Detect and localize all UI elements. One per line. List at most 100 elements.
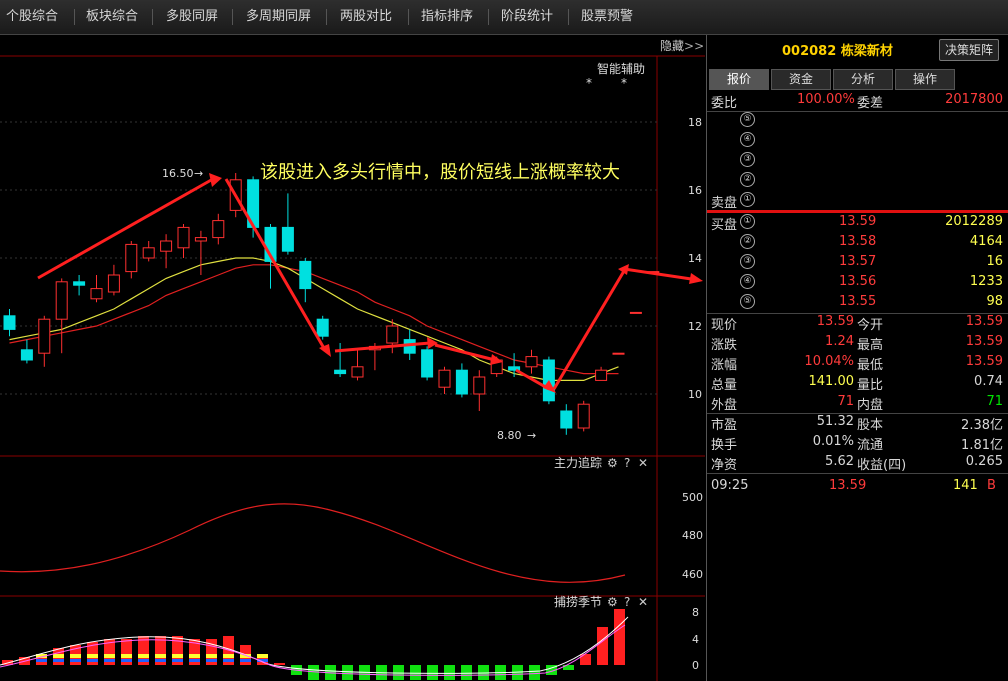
season-bar-blue — [36, 659, 47, 662]
panel3-axis-4: 4 — [692, 633, 699, 646]
season-bar-yellow — [155, 654, 166, 658]
season-bar-blue — [155, 659, 166, 662]
price-axis-label: 10 — [688, 388, 702, 401]
trend-arrow-3 — [334, 341, 431, 353]
decision-matrix-button[interactable]: 决策矩阵 — [939, 39, 999, 61]
sell-level-4: ④ — [707, 131, 1008, 151]
candle-body — [438, 369, 451, 388]
buy-level-3: ③ 13.57 16 — [707, 253, 1008, 273]
candle-body — [421, 349, 434, 378]
panel2-axis-500: 500 — [682, 491, 703, 504]
candle-body — [142, 247, 155, 259]
fund-row: 换手 0.01% 流通 1.81亿 — [711, 434, 1003, 453]
stat-row: 涨跌 1.24 最高 13.59 — [711, 334, 1003, 353]
high-label: 16.50 — [162, 167, 194, 180]
low-arrow: → — [527, 429, 536, 442]
assist-label: 智能辅助 — [597, 61, 645, 76]
trend-arrow-6 — [552, 270, 626, 390]
tab-indicator-sort[interactable]: 指标排序 — [421, 0, 473, 34]
candle-body — [3, 315, 16, 330]
tab-sector-overview[interactable]: 板块综合 — [86, 0, 138, 34]
season-bar-blue — [172, 659, 183, 662]
season-bar — [461, 665, 472, 680]
tab-multi-stock[interactable]: 多股同屏 — [166, 0, 218, 34]
assist-star-2: * — [621, 76, 627, 90]
season-bar-yellow — [257, 654, 268, 658]
season-bar-yellow — [138, 654, 149, 658]
season-bars — [0, 609, 629, 680]
tab-stock-overview[interactable]: 个股综合 — [6, 0, 58, 34]
season-bar-blue — [53, 659, 64, 662]
tab-analysis[interactable]: 分析 — [833, 69, 893, 90]
season-bar-blue — [240, 659, 251, 662]
season-bar-blue — [189, 659, 200, 662]
candle-body — [612, 352, 625, 355]
chart-area: 隐藏>> 10 12 14 16 18 智能辅助 * * 该股进入多头行情中，股价短线上… — [0, 35, 705, 681]
sell-level-1: 卖盘 ① — [707, 191, 1008, 211]
candle-body — [90, 288, 103, 300]
candle-body — [299, 260, 312, 290]
price-axis-label: 18 — [688, 116, 702, 129]
close-icon: ✕ — [638, 595, 648, 609]
candle-body — [629, 311, 642, 314]
panel2-title: 主力追踪 — [554, 455, 602, 470]
quote-tabs: 报价 资金 分析 操作 — [707, 69, 1008, 90]
trend-arrow-7 — [623, 267, 699, 282]
tab-operation[interactable]: 操作 — [895, 69, 955, 90]
quote-panel: 002082 栋梁新材 决策矩阵 报价 资金 分析 操作 委比 100.00% … — [706, 35, 1008, 681]
tick-row: 09:25 13.59 141 B — [711, 478, 996, 493]
panel2-axis-480: 480 — [682, 529, 703, 542]
season-bar-yellow — [70, 654, 81, 658]
candle-body — [160, 240, 173, 252]
season-bar — [274, 663, 285, 665]
candle-body — [125, 243, 138, 273]
season-bar-blue — [104, 659, 115, 662]
season-bar — [597, 627, 608, 665]
tab-stock-alert[interactable]: 股票预警 — [581, 0, 633, 34]
candlestick-chart: 10 12 14 16 18 智能辅助 * * 该股进入多头行情中，股价短线上涨概率较大… — [0, 55, 705, 681]
candle-body — [212, 220, 225, 239]
buy-level-4: ④ 13.56 1233 — [707, 273, 1008, 293]
trend-arrow-4 — [434, 343, 496, 362]
candle-body — [20, 349, 33, 361]
tab-compare[interactable]: 两股对比 — [340, 0, 392, 34]
tab-quote[interactable]: 报价 — [709, 69, 769, 90]
season-bar-yellow — [172, 654, 183, 658]
candles — [3, 173, 660, 435]
assist-star-1: * — [586, 76, 592, 90]
season-bar — [478, 665, 489, 680]
high-arrow: → — [194, 167, 203, 180]
season-bar-yellow — [189, 654, 200, 658]
candle-body — [473, 376, 486, 395]
fund-row: 市盈 51.32 股本 2.38亿 — [711, 414, 1003, 433]
candle-body — [455, 369, 468, 395]
weibi-row: 委比 100.00% 委差 2017800 — [711, 92, 1003, 111]
tab-period-stats[interactable]: 阶段统计 — [501, 0, 553, 34]
season-bar-yellow — [53, 654, 64, 658]
season-bar — [427, 665, 438, 680]
candle-body — [107, 274, 120, 293]
candle-body — [351, 366, 364, 378]
season-bar — [614, 609, 625, 665]
season-bar — [444, 665, 455, 680]
candle-body — [55, 281, 68, 320]
season-bar-blue — [138, 659, 149, 662]
season-bar-blue — [121, 659, 132, 662]
season-bar-blue — [87, 659, 98, 662]
tab-funds[interactable]: 资金 — [771, 69, 831, 90]
stat-row: 现价 13.59 今开 13.59 — [711, 314, 1003, 333]
gear-icon: ⚙ — [607, 456, 618, 470]
season-bar — [529, 665, 540, 680]
candle-body — [316, 318, 329, 337]
season-bar-yellow — [104, 654, 115, 658]
buy-level-5: ⑤ 13.55 98 — [707, 293, 1008, 313]
season-bar — [342, 665, 353, 680]
trend-annotation: 该股进入多头行情中，股价短线上涨概率较大 — [260, 162, 620, 183]
buy-level-1: 买盘 ① 13.59 2012289 — [711, 214, 1003, 233]
panel3-axis-8: 8 — [692, 606, 699, 619]
tab-multi-period[interactable]: 多周期同屏 — [246, 0, 311, 34]
season-bar-yellow — [87, 654, 98, 658]
candle-body — [386, 325, 399, 344]
stat-row: 涨幅 10.04% 最低 13.59 — [711, 354, 1003, 373]
panel3-axis-0: 0 — [692, 659, 699, 672]
